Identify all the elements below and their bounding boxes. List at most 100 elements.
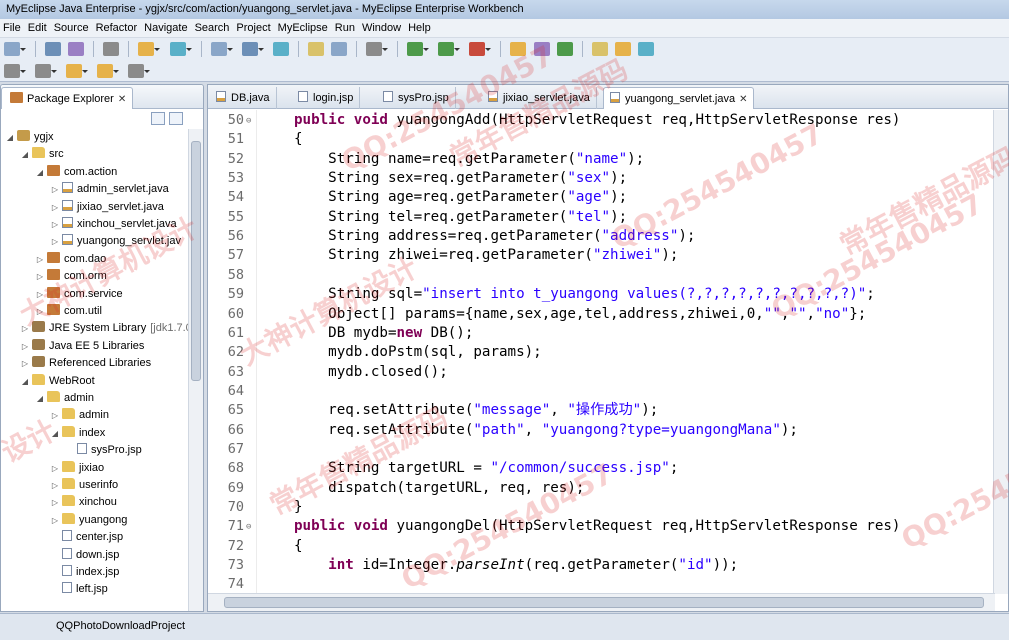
tree-item[interactable]: ▷ yuangong_servlet.jav [50, 233, 181, 250]
menu-source[interactable]: Source [51, 19, 93, 37]
save-icon[interactable] [45, 42, 62, 56]
print-icon[interactable] [103, 42, 120, 56]
tree-item[interactable]: ◢ ygjx [5, 129, 54, 146]
tree-item[interactable]: ▷ Referenced Libraries [20, 355, 151, 372]
editor-horizontal-scrollbar[interactable] [208, 593, 995, 611]
previous-annotation-icon[interactable] [35, 64, 58, 78]
tree-item[interactable]: ▷ com.dao [35, 251, 106, 268]
tree-item[interactable]: ◢ index [50, 425, 105, 442]
expanded-twisty-icon[interactable]: ◢ [5, 129, 15, 146]
collapsed-twisty-icon[interactable]: ▷ [35, 268, 45, 285]
tree-item[interactable]: ▷ JRE System Library [jdk1.7.0 [20, 320, 189, 337]
globe-icon[interactable] [272, 42, 289, 56]
task-icon[interactable] [637, 42, 654, 56]
editor-tab[interactable]: sysPro.jsp [377, 87, 456, 109]
code-line[interactable]: 62 mydb.doPstm(sql, params); [208, 343, 995, 362]
open-folder-icon[interactable] [591, 42, 608, 56]
code-line[interactable]: 58 [208, 266, 995, 285]
new-java-project-icon[interactable] [510, 42, 527, 56]
editor-tab[interactable]: login.jsp [292, 87, 361, 109]
menu-run[interactable]: Run [332, 19, 359, 37]
collapse-all-icon[interactable] [151, 112, 165, 125]
tree-item[interactable]: sysPro.jsp [65, 442, 142, 459]
collapsed-twisty-icon[interactable]: ▷ [50, 199, 60, 216]
menu-project[interactable]: Project [233, 19, 274, 37]
fold-collapse-icon[interactable]: ⊖ [246, 518, 254, 537]
open-resource-icon[interactable] [330, 42, 347, 56]
run-icon[interactable] [438, 42, 461, 56]
save-all-icon[interactable] [68, 42, 85, 56]
tree-item[interactable]: center.jsp [50, 529, 123, 546]
scrollbar-thumb[interactable] [191, 141, 201, 381]
collapsed-twisty-icon[interactable]: ▷ [50, 181, 60, 198]
console-icon[interactable] [366, 42, 389, 56]
menu-help[interactable]: Help [405, 19, 435, 37]
menu-myeclipse[interactable]: MyEclipse [275, 19, 332, 37]
new-package-icon[interactable] [533, 42, 550, 56]
tree-item[interactable]: index.jsp [50, 564, 119, 581]
tree-item[interactable]: ▷ xinchou [50, 494, 117, 511]
collapsed-twisty-icon[interactable]: ▷ [20, 338, 30, 355]
expanded-twisty-icon[interactable]: ◢ [35, 390, 45, 407]
external-tools-icon[interactable] [469, 42, 492, 56]
code-line[interactable]: 52 String name=req.getParameter("name"); [208, 150, 995, 169]
code-line[interactable]: 59 String sql="insert into t_yuangong va… [208, 285, 995, 304]
code-line[interactable]: 69 dispatch(targetURL, req, res); [208, 479, 995, 498]
code-line[interactable]: 63 mydb.closed(); [208, 363, 995, 382]
code-line[interactable]: 65 req.setAttribute("message", "操作成功"); [208, 401, 995, 420]
editor-tab[interactable]: DB.java [210, 87, 277, 109]
tree-item[interactable]: ▷ com.util [35, 303, 102, 320]
tree-item[interactable]: ▷ jixiao [50, 460, 104, 477]
close-icon[interactable]: ✕ [118, 94, 126, 105]
menu-window[interactable]: Window [359, 19, 405, 37]
explorer-vertical-scrollbar[interactable] [188, 129, 203, 611]
code-line[interactable]: 60 Object[] params={name,sex,age,tel,add… [208, 305, 995, 324]
menu-search[interactable]: Search [192, 19, 234, 37]
tree-item[interactable]: ▷ com.orm [35, 268, 107, 285]
fold-collapse-icon[interactable]: ⊖ [246, 112, 254, 131]
server-icon[interactable] [210, 42, 233, 56]
editor-tab[interactable]: yuangong_servlet.java ✕ [603, 87, 755, 109]
collapsed-twisty-icon[interactable]: ▷ [50, 233, 60, 250]
code-line[interactable]: 74 [208, 575, 995, 594]
collapsed-twisty-icon[interactable]: ▷ [50, 407, 60, 424]
debug-icon[interactable] [407, 42, 430, 56]
code-line[interactable]: 61 DB mydb=new DB(); [208, 324, 995, 343]
code-line[interactable]: 56 String address=req.getParameter("addr… [208, 227, 995, 246]
collapsed-twisty-icon[interactable]: ▷ [50, 216, 60, 233]
code-line[interactable]: 50 ⊖ public void yuangongAdd(HttpServletRe… [208, 111, 995, 130]
link-with-editor-icon[interactable] [169, 112, 183, 125]
code-line[interactable]: 51 { [208, 130, 995, 149]
scrollbar-thumb[interactable] [224, 597, 984, 608]
collapsed-twisty-icon[interactable]: ▷ [50, 460, 60, 477]
tree-item[interactable]: ▷ Java EE 5 Libraries [20, 338, 144, 355]
menu-file[interactable]: File [0, 19, 25, 37]
collapsed-twisty-icon[interactable]: ▷ [35, 286, 45, 303]
next-annotation-icon[interactable] [4, 64, 26, 78]
collapsed-twisty-icon[interactable]: ▷ [50, 512, 60, 529]
tree-item[interactable]: ◢ WebRoot [20, 373, 95, 390]
expanded-twisty-icon[interactable]: ◢ [20, 146, 30, 163]
tree-item[interactable]: ▷ admin_servlet.java [50, 181, 169, 198]
collapsed-twisty-icon[interactable]: ▷ [20, 355, 30, 372]
collapsed-twisty-icon[interactable]: ▷ [50, 494, 60, 511]
collapsed-twisty-icon[interactable]: ▷ [35, 251, 45, 268]
back-icon[interactable] [66, 64, 89, 78]
search-icon[interactable] [614, 42, 631, 56]
code-area[interactable]: 50 ⊖ public void yuangongAdd(HttpServletRe… [208, 110, 995, 594]
editor-vertical-scrollbar[interactable] [993, 110, 1008, 594]
tree-item[interactable]: ▷ userinfo [50, 477, 118, 494]
open-type-icon[interactable] [307, 42, 324, 56]
editor-tab[interactable]: jixiao_servlet.java [482, 87, 597, 109]
tree-item[interactable]: left.jsp [50, 581, 108, 598]
close-icon[interactable]: ✕ [739, 94, 747, 105]
code-line[interactable]: 70} [208, 498, 995, 517]
new-icon[interactable] [4, 42, 26, 56]
code-line[interactable]: 57 String zhiwei=req.getParameter("zhiwe… [208, 246, 995, 265]
menu-edit[interactable]: Edit [25, 19, 51, 37]
code-line[interactable]: 55 String tel=req.getParameter("tel"); [208, 208, 995, 227]
code-line[interactable]: 64 [208, 382, 995, 401]
code-line[interactable]: 66 req.setAttribute("path", "yuangong?ty… [208, 421, 995, 440]
last-edit-icon[interactable] [128, 64, 151, 78]
code-line[interactable]: 72 { [208, 537, 995, 556]
